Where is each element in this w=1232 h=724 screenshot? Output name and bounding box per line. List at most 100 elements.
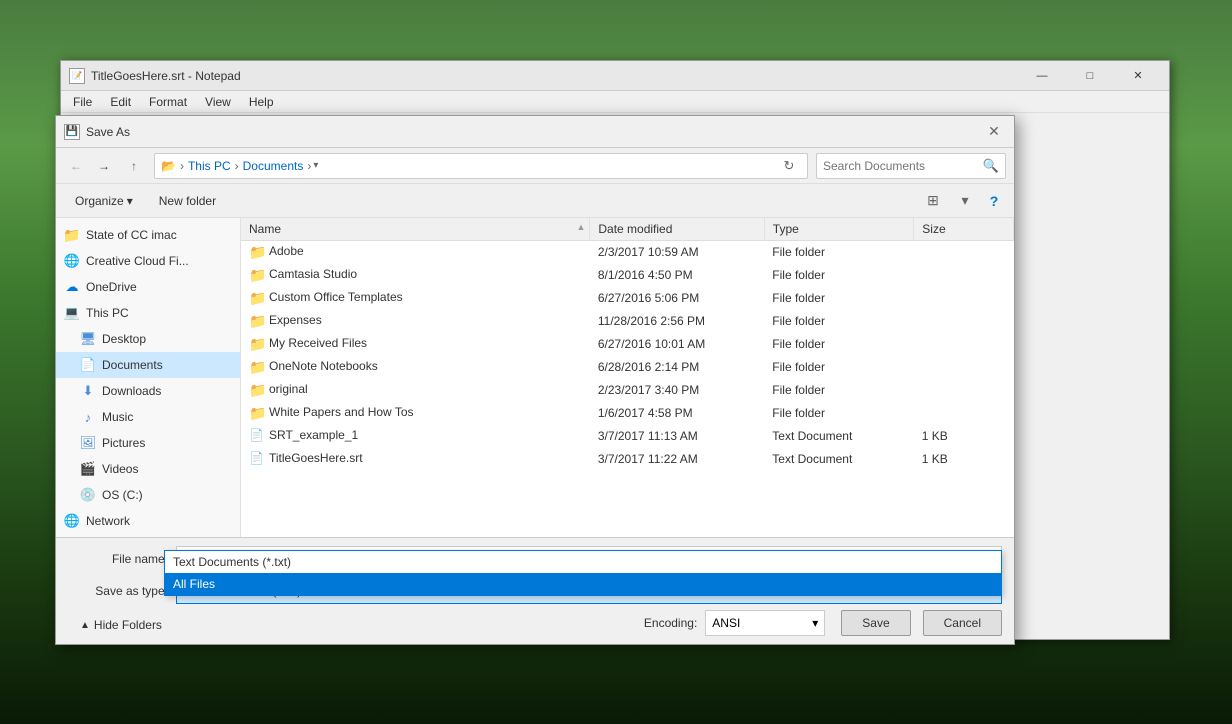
- save-button[interactable]: Save: [841, 610, 910, 636]
- folder-icon: 📁: [249, 336, 265, 352]
- table-row[interactable]: 📁White Papers and How Tos 1/6/2017 4:58 …: [241, 402, 1014, 425]
- new-folder-button[interactable]: New folder: [148, 188, 227, 214]
- cell-date: 6/27/2016 5:06 PM: [590, 287, 764, 310]
- nav-forward-button[interactable]: →: [92, 154, 116, 178]
- cell-date: 6/27/2016 10:01 AM: [590, 333, 764, 356]
- menu-edit[interactable]: Edit: [102, 93, 139, 111]
- cancel-button[interactable]: Cancel: [923, 610, 1002, 636]
- file-name-cell: TitleGoesHere.srt: [269, 451, 363, 465]
- breadcrumb-this-pc[interactable]: This PC: [188, 159, 231, 173]
- sidebar-item-desktop[interactable]: 🖥 Desktop: [56, 326, 240, 352]
- breadcrumb-dropdown-button[interactable]: ▾: [311, 160, 320, 171]
- help-button[interactable]: ?: [982, 189, 1006, 213]
- sidebar-item-music[interactable]: ♪ Music: [56, 404, 240, 430]
- menu-help[interactable]: Help: [241, 93, 282, 111]
- cell-date: 11/28/2016 2:56 PM: [590, 310, 764, 333]
- notepad-window-controls: — □ ✕: [1019, 61, 1161, 91]
- menu-file[interactable]: File: [65, 93, 100, 111]
- cell-size: [914, 241, 1014, 264]
- sidebar-item-downloads[interactable]: ⬇ Downloads: [56, 378, 240, 404]
- encoding-select[interactable]: ANSI ▾: [705, 610, 825, 636]
- table-row[interactable]: 📄SRT_example_1 3/7/2017 11:13 AM Text Do…: [241, 425, 1014, 448]
- dialog-titlebar: 💾 Save As ✕: [56, 116, 1014, 148]
- save-as-dialog: 💾 Save As ✕ ← → ↑ 📂 › This PC › Document…: [55, 115, 1015, 645]
- column-header-name[interactable]: Name ▲: [241, 218, 590, 241]
- sidebar-label-creative-cloud: Creative Cloud Fi...: [86, 254, 189, 268]
- network-icon: 🌐: [64, 513, 80, 529]
- sidebar-label-os-c: OS (C:): [102, 488, 143, 502]
- table-row[interactable]: 📁Camtasia Studio 8/1/2016 4:50 PM File f…: [241, 264, 1014, 287]
- column-header-type[interactable]: Type: [764, 218, 914, 241]
- file-table: Name ▲ Date modified Type Size: [241, 218, 1014, 471]
- breadcrumb-documents[interactable]: Documents: [243, 159, 304, 173]
- sidebar-item-documents[interactable]: 📄 Documents: [56, 352, 240, 378]
- search-input[interactable]: [823, 159, 983, 173]
- table-row[interactable]: 📁OneNote Notebooks 6/28/2016 2:14 PM Fil…: [241, 356, 1014, 379]
- column-header-size[interactable]: Size: [914, 218, 1014, 241]
- sidebar-item-state-of-imac[interactable]: 📁 State of CC imac: [56, 222, 240, 248]
- notepad-title-area: 📝 TitleGoesHere.srt - Notepad: [69, 68, 241, 84]
- cell-date: 3/7/2017 11:22 AM: [590, 448, 764, 471]
- file-list: Name ▲ Date modified Type Size: [241, 218, 1014, 537]
- table-row[interactable]: 📁My Received Files 6/27/2016 10:01 AM Fi…: [241, 333, 1014, 356]
- refresh-button[interactable]: ↻: [777, 154, 801, 178]
- view-grid-icon: ⊞: [927, 192, 939, 209]
- cell-type: Text Document: [764, 448, 914, 471]
- column-header-date[interactable]: Date modified: [590, 218, 764, 241]
- table-row[interactable]: 📁Custom Office Templates 6/27/2016 5:06 …: [241, 287, 1014, 310]
- file-name-cell: OneNote Notebooks: [269, 359, 378, 373]
- file-name-cell: My Received Files: [269, 336, 367, 350]
- table-row[interactable]: 📄 TitleGoesHere.srt 3/7/2017 11:22 AM Tex…: [241, 448, 1014, 471]
- folder-icon: 📁: [249, 267, 265, 283]
- folder-icon: 📁: [249, 290, 265, 306]
- breadcrumb-bar[interactable]: 📂 › This PC › Documents › ▾ ↻: [154, 153, 808, 179]
- view-options-button[interactable]: ⊞: [920, 188, 946, 214]
- sidebar-item-this-pc[interactable]: 💻 This PC: [56, 300, 240, 326]
- sidebar-item-onedrive[interactable]: ☁ OneDrive: [56, 274, 240, 300]
- menu-format[interactable]: Format: [141, 93, 195, 111]
- organize-arrow: ▾: [127, 194, 133, 208]
- sidebar-item-network[interactable]: 🌐 Network: [56, 508, 240, 534]
- toolbar: Organize ▾ New folder ⊞ ▾ ?: [56, 184, 1014, 218]
- notepad-close-button[interactable]: ✕: [1115, 61, 1161, 91]
- content-area: 📁 State of CC imac 🌐 Creative Cloud Fi..…: [56, 218, 1014, 537]
- notepad-title: TitleGoesHere.srt - Notepad: [91, 69, 241, 83]
- dropdown-item-all-files[interactable]: All Files: [165, 573, 1001, 595]
- cell-type: File folder: [764, 264, 914, 287]
- dropdown-item-text-doc[interactable]: Text Documents (*.txt): [165, 551, 1001, 573]
- folder-icon: 📁: [249, 382, 265, 398]
- table-row[interactable]: 📁Expenses 11/28/2016 2:56 PM File folder: [241, 310, 1014, 333]
- search-box[interactable]: 🔍: [816, 153, 1006, 179]
- nav-back-button[interactable]: ←: [64, 154, 88, 178]
- sidebar-item-os-c[interactable]: 💿 OS (C:): [56, 482, 240, 508]
- sidebar-label-documents: Documents: [102, 358, 163, 372]
- notepad-minimize-button[interactable]: —: [1019, 61, 1065, 91]
- sidebar-label-downloads: Downloads: [102, 384, 161, 398]
- table-header-row: Name ▲ Date modified Type Size: [241, 218, 1014, 241]
- cell-size: [914, 379, 1014, 402]
- document-icon: 📄: [249, 451, 265, 467]
- menu-view[interactable]: View: [197, 93, 239, 111]
- sidebar-item-videos[interactable]: 🎬 Videos: [56, 456, 240, 482]
- sidebar-item-creative-cloud[interactable]: 🌐 Creative Cloud Fi...: [56, 248, 240, 274]
- sidebar-label-state-of-imac: State of CC imac: [86, 228, 177, 242]
- nav-up-button[interactable]: ↑: [122, 154, 146, 178]
- sort-arrow-icon: ▲: [576, 222, 585, 232]
- table-row[interactable]: 📁original 2/23/2017 3:40 PM File folder: [241, 379, 1014, 402]
- dialog-bottom: File name: TitleGoesHere.srt ▾ Save as t…: [56, 537, 1014, 644]
- cell-type: File folder: [764, 402, 914, 425]
- cell-size: [914, 287, 1014, 310]
- organize-button[interactable]: Organize ▾: [64, 188, 144, 214]
- file-name-cell: Camtasia Studio: [269, 267, 357, 281]
- sidebar-scroll-container: 📁 State of CC imac 🌐 Creative Cloud Fi..…: [56, 218, 240, 537]
- cell-name: 📁Adobe: [241, 241, 590, 264]
- document-icon: 📄: [249, 428, 265, 444]
- sidebar-item-pictures[interactable]: 🖼 Pictures: [56, 430, 240, 456]
- hide-folders-label[interactable]: Hide Folders: [94, 618, 162, 632]
- notepad-maximize-button[interactable]: □: [1067, 61, 1113, 91]
- dialog-close-button[interactable]: ✕: [982, 120, 1006, 144]
- sidebar-label-pictures: Pictures: [102, 436, 145, 450]
- cell-type: Text Document: [764, 425, 914, 448]
- view-dropdown-button[interactable]: ▾: [952, 188, 978, 214]
- table-row[interactable]: 📁Adobe 2/3/2017 10:59 AM File folder: [241, 241, 1014, 264]
